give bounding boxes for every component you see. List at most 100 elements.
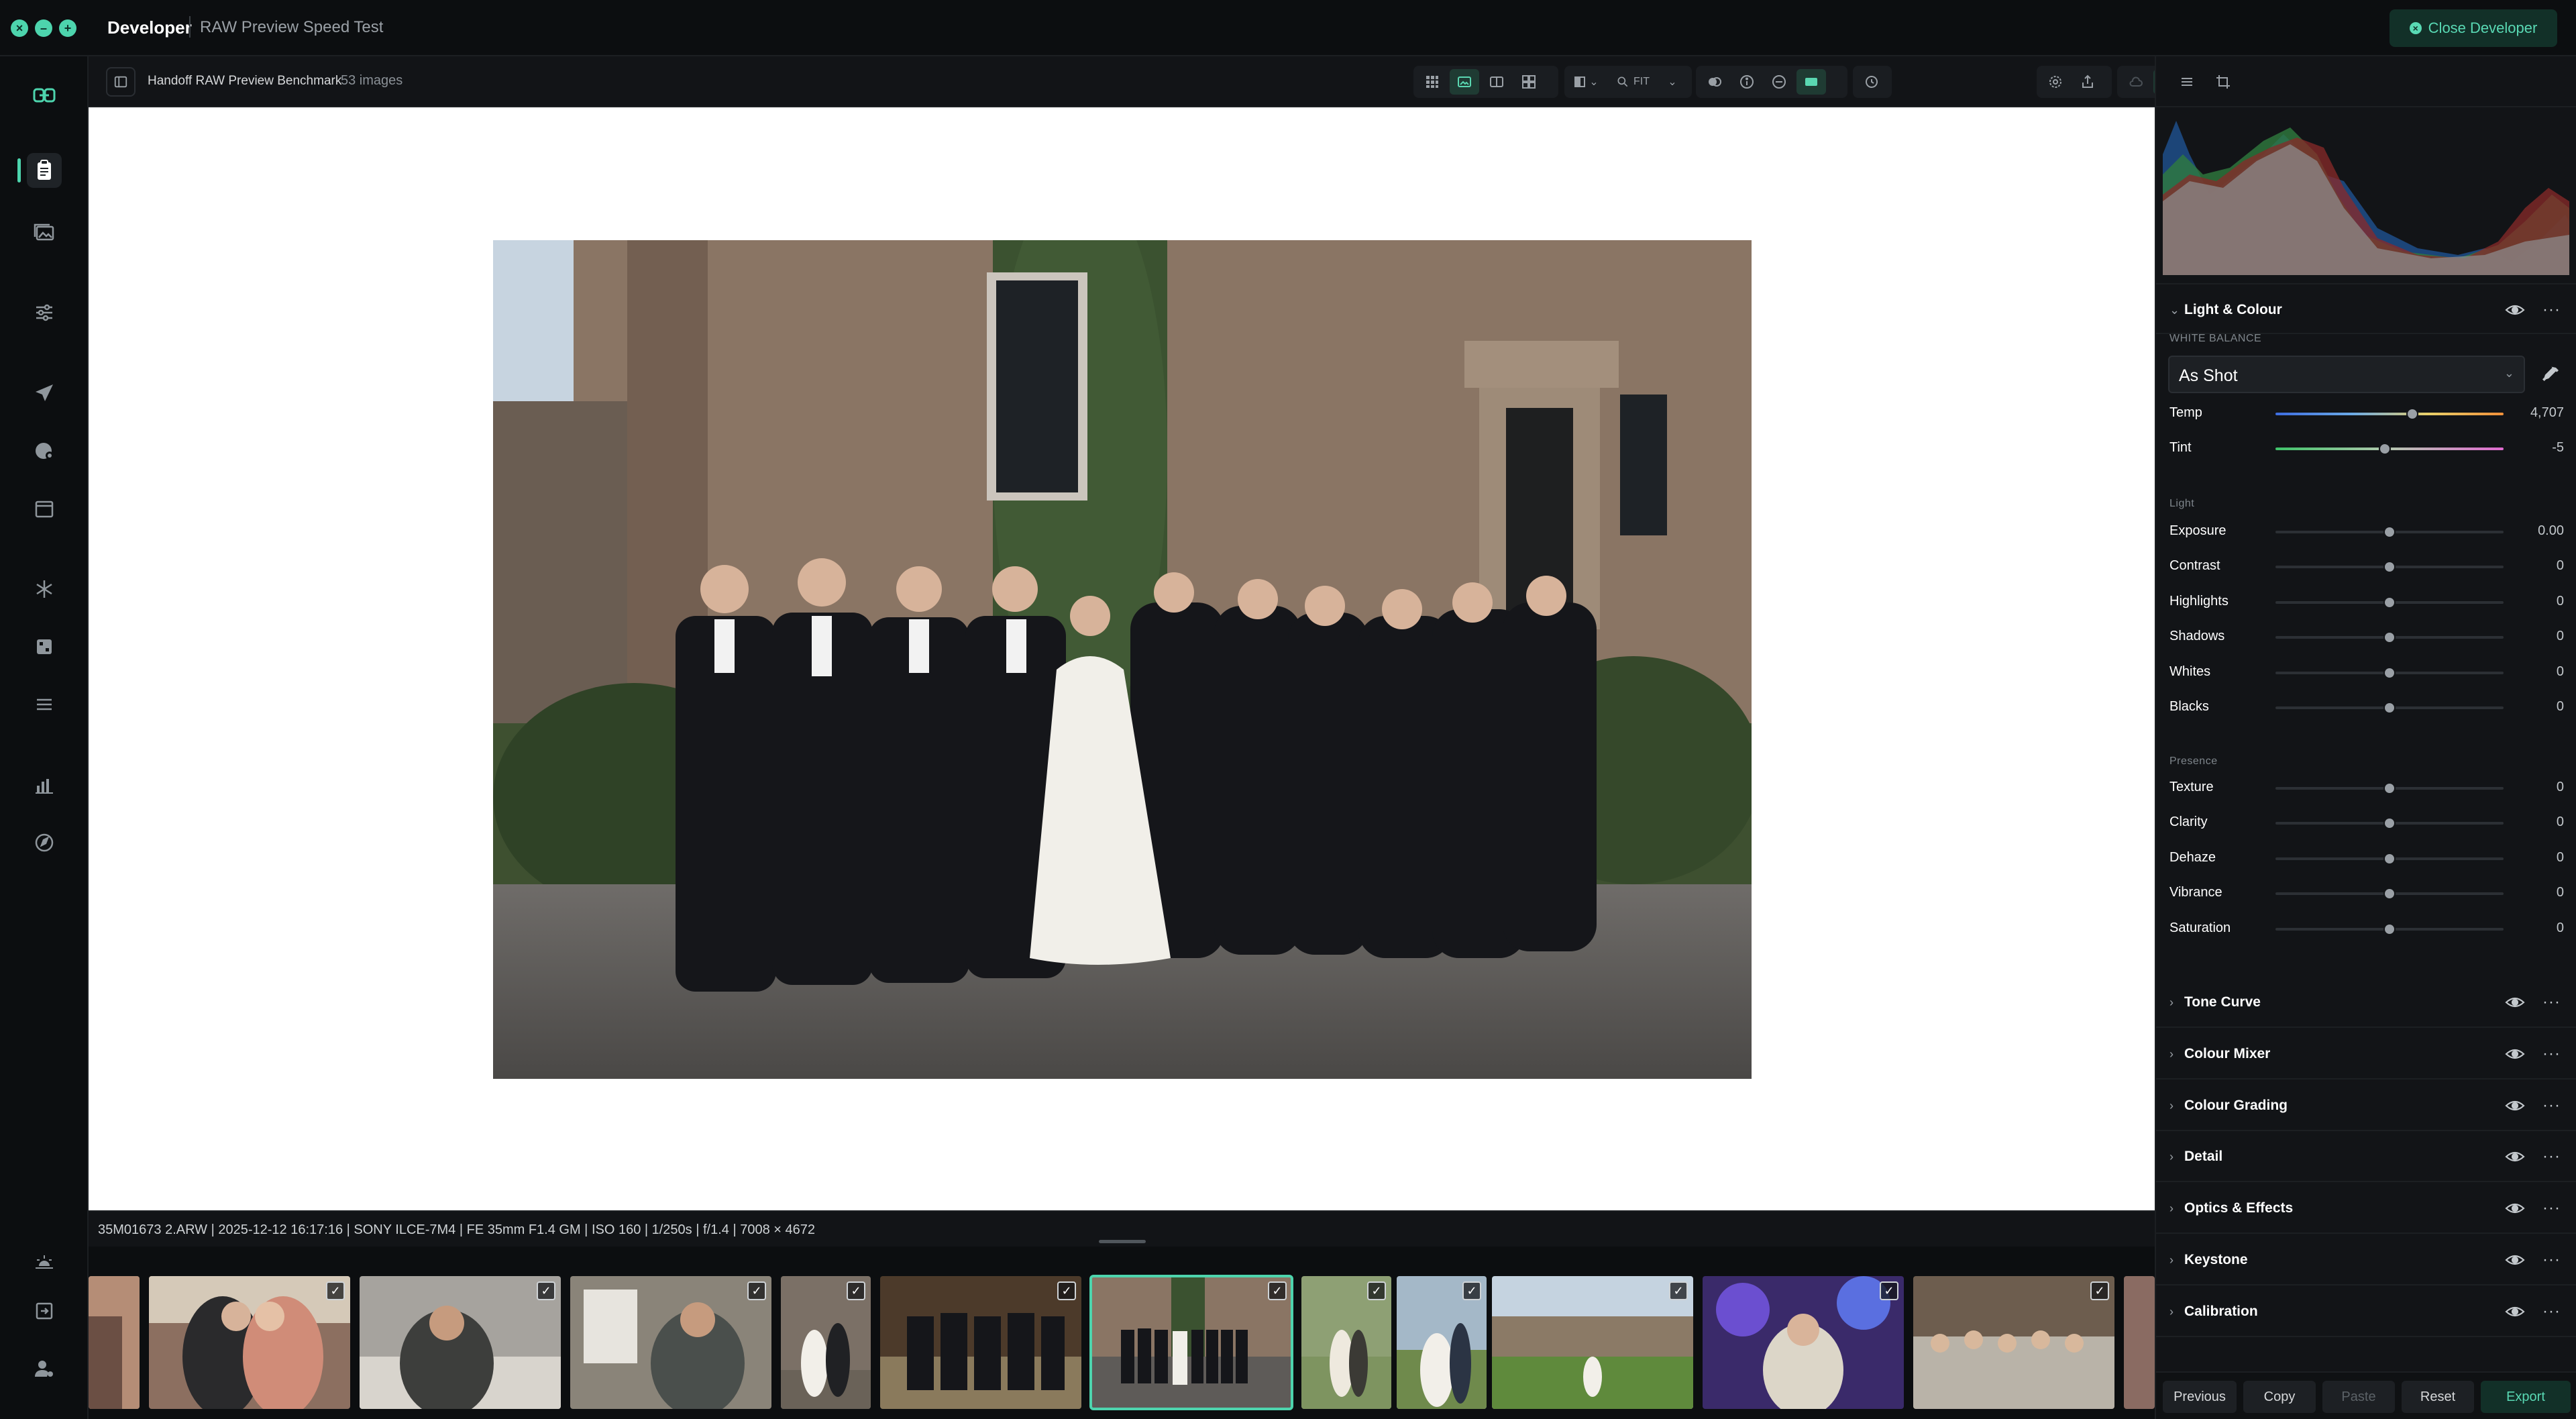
compare-view-button[interactable] — [1482, 69, 1511, 95]
filmstrip-thumb[interactable] — [89, 1276, 140, 1409]
compass-icon[interactable] — [27, 825, 62, 860]
slider-exposure[interactable]: Exposure 0.00 — [2156, 518, 2576, 545]
slider-knob[interactable] — [2383, 526, 2396, 538]
more-icon[interactable]: ··· — [2542, 1045, 2561, 1063]
filmstrip-thumb[interactable]: ✓ — [781, 1276, 871, 1409]
share-button[interactable] — [2073, 69, 2102, 95]
clipboard-icon[interactable] — [27, 153, 62, 188]
eye-icon[interactable] — [2505, 1046, 2525, 1062]
maximize-window-button[interactable]: + — [59, 19, 76, 37]
section-keystone[interactable]: › Keystone ··· — [2156, 1234, 2576, 1285]
filmstrip-thumb[interactable]: ✓ — [1397, 1276, 1487, 1409]
sidebar-toggle-button[interactable] — [106, 67, 136, 97]
white-balance-select[interactable]: As Shot ⌄ — [2168, 356, 2525, 393]
slider-knob[interactable] — [2383, 631, 2396, 644]
copy-button[interactable]: Copy — [2243, 1381, 2316, 1413]
minimize-window-button[interactable]: – — [35, 19, 52, 37]
filmstrip-thumb[interactable] — [2124, 1276, 2155, 1409]
thumb-check-icon[interactable]: ✓ — [1057, 1281, 1076, 1300]
section-detail[interactable]: › Detail ··· — [2156, 1131, 2576, 1183]
eye-icon[interactable] — [2505, 302, 2525, 318]
slider-knob[interactable] — [2383, 888, 2396, 900]
export-icon[interactable] — [27, 1294, 62, 1328]
thumb-check-icon[interactable]: ✓ — [326, 1281, 345, 1300]
more-icon[interactable]: ··· — [2542, 301, 2561, 319]
bar-chart-icon[interactable] — [27, 768, 62, 802]
thumb-check-icon[interactable]: ✓ — [1880, 1281, 1898, 1300]
thumb-check-icon[interactable]: ✓ — [1367, 1281, 1386, 1300]
overlay-button[interactable] — [1700, 69, 1729, 95]
filmstrip-thumb[interactable]: ✓ — [1913, 1276, 2114, 1409]
close-developer-button[interactable]: × Close Developer — [2390, 9, 2557, 47]
slider-clarity[interactable]: Clarity 0 — [2156, 809, 2576, 836]
thumb-check-icon[interactable]: ✓ — [2090, 1281, 2109, 1300]
eye-icon[interactable] — [2505, 1149, 2525, 1165]
slider-knob[interactable] — [2383, 923, 2396, 935]
slider-texture[interactable]: Texture 0 — [2156, 774, 2576, 801]
slider-knob[interactable] — [2383, 817, 2396, 830]
slider-knob[interactable] — [2379, 443, 2392, 455]
palette-icon[interactable] — [27, 433, 62, 468]
section-tone-curve[interactable]: › Tone Curve ··· — [2156, 977, 2576, 1028]
grid-icon[interactable] — [27, 629, 62, 664]
sunrise-icon[interactable] — [27, 1244, 62, 1279]
thumb-check-icon[interactable]: ✓ — [847, 1281, 865, 1300]
eye-icon[interactable] — [2505, 1252, 2525, 1268]
slider-vibrance[interactable]: Vibrance 0 — [2156, 880, 2576, 906]
more-icon[interactable]: ··· — [2542, 1147, 2561, 1166]
slider-dehaze[interactable]: Dehaze 0 — [2156, 845, 2576, 872]
slider-knob[interactable] — [2383, 561, 2396, 574]
filmstrip-thumb[interactable]: ✓ — [1703, 1276, 1904, 1409]
photos-icon[interactable] — [27, 215, 62, 250]
settings-button[interactable] — [2041, 69, 2070, 95]
history-button[interactable] — [1857, 69, 1886, 95]
survey-view-button[interactable] — [1514, 69, 1544, 95]
image-viewer[interactable] — [89, 107, 2155, 1210]
thumb-check-icon[interactable]: ✓ — [1462, 1281, 1481, 1300]
slider-track[interactable] — [2275, 413, 2504, 415]
section-optics-effects[interactable]: › Optics & Effects ··· — [2156, 1183, 2576, 1234]
eye-icon[interactable] — [2505, 1200, 2525, 1216]
reset-button[interactable]: Reset — [2402, 1381, 2474, 1413]
tint-slider[interactable]: Tint -5 — [2156, 435, 2576, 462]
list-icon[interactable] — [27, 687, 62, 722]
slider-knob[interactable] — [2383, 852, 2396, 865]
filmstrip-thumb[interactable]: ✓ — [1301, 1276, 1391, 1409]
slider-knob[interactable] — [2383, 596, 2396, 609]
slider-blacks[interactable]: Blacks 0 — [2156, 694, 2576, 721]
more-icon[interactable]: ··· — [2542, 993, 2561, 1012]
sliders-icon[interactable] — [27, 295, 62, 330]
link-logo-icon[interactable] — [27, 78, 62, 113]
calendar-icon[interactable] — [27, 491, 62, 526]
filmstrip-thumb[interactable]: ✓ — [1492, 1276, 1693, 1409]
thumb-check-icon[interactable]: ✓ — [747, 1281, 766, 1300]
slider-knob[interactable] — [2406, 408, 2418, 420]
more-icon[interactable]: ··· — [2542, 1096, 2561, 1115]
filmstrip-thumb[interactable]: ✓ — [149, 1276, 350, 1409]
paste-button[interactable]: Paste — [2322, 1381, 2395, 1413]
eye-icon[interactable] — [2505, 1304, 2525, 1320]
eyedropper-icon[interactable] — [2540, 365, 2561, 386]
send-icon[interactable] — [27, 376, 62, 411]
section-calibration[interactable]: › Calibration ··· — [2156, 1286, 2576, 1337]
more-icon[interactable]: ··· — [2542, 1302, 2561, 1321]
eye-icon[interactable] — [2505, 994, 2525, 1010]
slider-highlights[interactable]: Highlights 0 — [2156, 588, 2576, 615]
section-light-colour[interactable]: ⌄ Light & Colour ··· — [2156, 283, 2576, 334]
thumb-check-icon[interactable]: ✓ — [537, 1281, 555, 1300]
thumb-check-icon[interactable]: ✓ — [1669, 1281, 1688, 1300]
export-button[interactable]: Export — [2481, 1381, 2571, 1413]
zoom-dropdown[interactable]: ⌄ — [1662, 69, 1682, 95]
filmstrip-thumb[interactable]: ✓ — [360, 1276, 561, 1409]
slider-whites[interactable]: Whites 0 — [2156, 659, 2576, 686]
user-settings-icon[interactable] — [27, 1351, 62, 1386]
loupe-view-button[interactable] — [1450, 69, 1479, 95]
section-colour-mixer[interactable]: › Colour Mixer ··· — [2156, 1029, 2576, 1080]
grid-view-button[interactable] — [1417, 69, 1447, 95]
previous-button[interactable]: Previous — [2163, 1381, 2237, 1413]
cloud-button[interactable] — [2121, 69, 2151, 95]
slider-shadows[interactable]: Shadows 0 — [2156, 623, 2576, 650]
filmstrip-thumb-selected[interactable]: ✓ — [1089, 1275, 1293, 1410]
filmstrip-toggle-button[interactable] — [1796, 69, 1826, 95]
close-window-button[interactable]: × — [11, 19, 28, 37]
